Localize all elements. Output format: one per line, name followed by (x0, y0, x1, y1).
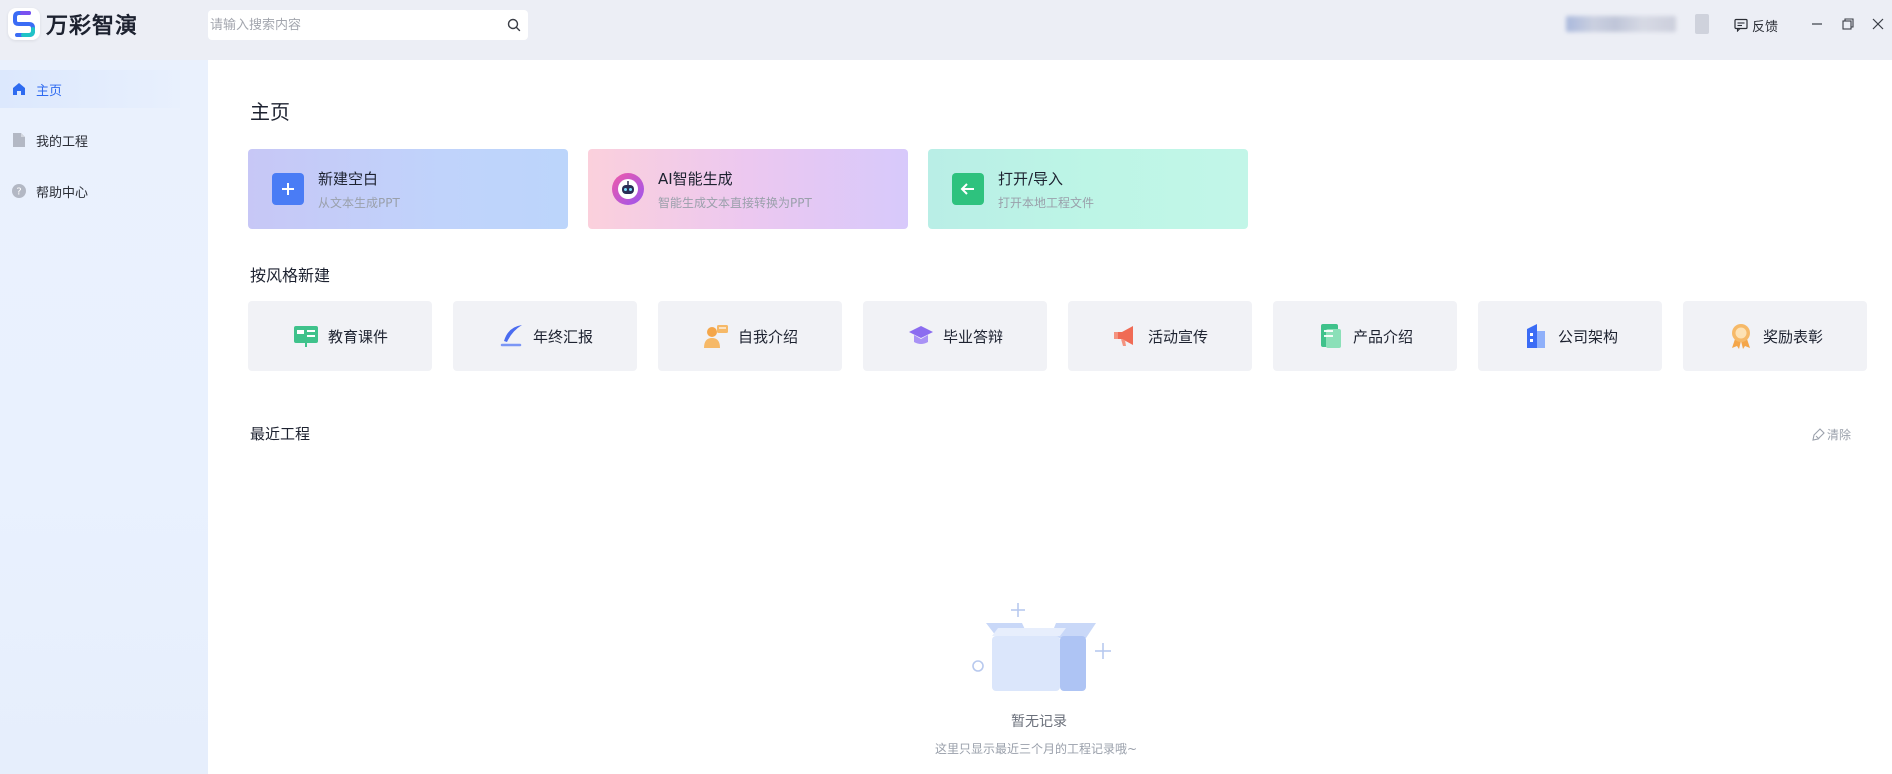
sidebar-item-label: 我的工程 (36, 134, 89, 150)
feedback-button[interactable]: 反馈 (1734, 15, 1778, 35)
card-subtitle: 从文本生成PPT (318, 195, 400, 210)
clear-button[interactable]: 清除 (1811, 426, 1851, 443)
avatar[interactable] (1695, 14, 1709, 34)
sidebar-item-home[interactable]: 主页 (0, 70, 180, 108)
feedback-label: 反馈 (1752, 19, 1779, 35)
sidebar-item-my-projects[interactable]: 我的工程 (0, 121, 180, 159)
style-card-label: 奖励表彰 (1762, 327, 1823, 346)
broom-icon (1812, 428, 1825, 441)
app-name: 万彩智演 (46, 14, 139, 39)
style-card-label: 产品介绍 (1352, 327, 1413, 346)
card-title: AI智能生成 (658, 169, 733, 188)
medal-icon (1727, 322, 1755, 350)
logo-icon (8, 8, 40, 40)
style-card-label: 公司架构 (1557, 327, 1618, 346)
sidebar: 主页 我的工程 ? 帮助中心 (0, 60, 208, 774)
search-box[interactable] (208, 10, 528, 40)
home-icon (10, 80, 28, 98)
import-icon (952, 173, 984, 205)
app-logo: 万彩智演 (8, 8, 138, 40)
style-section-title: 按风格新建 (250, 266, 331, 285)
courseware-icon (292, 322, 320, 350)
sidebar-item-label: 帮助中心 (36, 185, 89, 201)
restore-icon (1842, 18, 1854, 30)
style-card-label: 年终汇报 (532, 327, 593, 346)
new-blank-card[interactable]: 新建空白 从文本生成PPT (248, 149, 568, 229)
sidebar-item-label: 主页 (36, 83, 63, 99)
close-icon (1872, 18, 1884, 30)
document-icon (1317, 322, 1345, 350)
style-card-award[interactable]: 奖励表彰 (1683, 301, 1867, 371)
user-name-blurred[interactable] (1566, 16, 1676, 32)
style-card-label: 教育课件 (327, 327, 388, 346)
search-input[interactable] (208, 10, 500, 40)
help-icon: ? (10, 182, 28, 200)
restore-button[interactable] (1836, 12, 1860, 36)
svg-text:?: ? (16, 187, 21, 198)
style-card-year-end-report[interactable]: 年终汇报 (453, 301, 637, 371)
style-card-label: 活动宣传 (1147, 327, 1208, 346)
empty-box-icon (962, 598, 1122, 702)
close-button[interactable] (1866, 12, 1890, 36)
empty-subtitle: 这里只显示最近三个月的工程记录哦~ (935, 742, 1138, 756)
card-subtitle: 打开本地工程文件 (998, 195, 1095, 210)
style-card-company-structure[interactable]: 公司架构 (1478, 301, 1662, 371)
card-subtitle: 智能生成文本直接转换为PPT (658, 195, 812, 210)
graduation-cap-icon (907, 322, 935, 350)
robot-icon (612, 173, 644, 205)
quill-icon (497, 322, 525, 350)
style-card-event-promo[interactable]: 活动宣传 (1068, 301, 1252, 371)
feedback-icon (1734, 18, 1748, 32)
person-icon (702, 322, 730, 350)
style-card-self-intro[interactable]: 自我介绍 (658, 301, 842, 371)
recent-section-title: 最近工程 (250, 425, 311, 443)
building-icon (1522, 322, 1550, 350)
card-title: 打开/导入 (998, 169, 1064, 188)
ai-generate-card[interactable]: AI智能生成 智能生成文本直接转换为PPT (588, 149, 908, 229)
card-title: 新建空白 (318, 169, 379, 188)
minimize-button[interactable] (1805, 12, 1829, 36)
search-icon[interactable] (500, 11, 528, 39)
style-card-label: 自我介绍 (737, 327, 798, 346)
open-import-card[interactable]: 打开/导入 打开本地工程文件 (928, 149, 1248, 229)
style-card-product-intro[interactable]: 产品介绍 (1273, 301, 1457, 371)
minimize-icon (1812, 23, 1822, 25)
clear-label: 清除 (1827, 428, 1852, 442)
megaphone-icon (1112, 322, 1140, 350)
page-title: 主页 (250, 100, 290, 124)
plus-icon (272, 173, 304, 205)
style-card-label: 毕业答辩 (942, 327, 1003, 346)
file-icon (10, 131, 28, 149)
empty-title: 暂无记录 (1011, 714, 1067, 730)
style-card-graduation-defense[interactable]: 毕业答辩 (863, 301, 1047, 371)
title-bar: 万彩智演 反馈 (0, 0, 1892, 60)
style-card-education[interactable]: 教育课件 (248, 301, 432, 371)
sidebar-item-help-center[interactable]: ? 帮助中心 (0, 172, 180, 210)
